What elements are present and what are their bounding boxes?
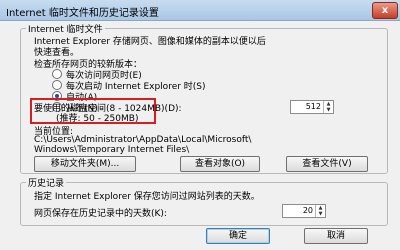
window-title: Internet 临时文件和历史记录设置 xyxy=(6,8,159,19)
radio-every-start-control[interactable] xyxy=(52,80,62,90)
spin-down-icon[interactable]: ▼ xyxy=(316,211,325,217)
view-files-button[interactable]: 查看文件(V) xyxy=(286,156,368,172)
radio-every-start[interactable]: 每次启动 Internet Explorer 时(S) xyxy=(52,79,272,92)
radio-every-visit-control[interactable] xyxy=(52,69,62,79)
current-location-line1: C:\Users\Administrator\AppData\Local\Mic… xyxy=(34,135,252,145)
history-days-spin-arrows[interactable]: ▲ ▼ xyxy=(315,205,325,217)
history-days-spinner[interactable]: 20 ▲ ▼ xyxy=(282,204,326,218)
ok-button-label: 确定 xyxy=(228,231,247,241)
spin-down-icon[interactable]: ▼ xyxy=(324,107,333,113)
view-objects-button-label: 查看对象(O) xyxy=(194,159,246,169)
cancel-button[interactable]: 取消 xyxy=(304,228,368,244)
close-icon: x xyxy=(381,5,389,16)
title-bar: Internet 临时文件和历史记录设置 x xyxy=(0,0,400,21)
ok-button[interactable]: 确定 xyxy=(206,228,270,244)
disk-space-spin-arrows[interactable]: ▲ ▼ xyxy=(323,101,333,113)
current-location-line2: Windows\Temporary Internet Files\ xyxy=(34,145,190,155)
disk-space-value: 512 xyxy=(305,102,321,111)
view-objects-button[interactable]: 查看对象(O) xyxy=(180,156,260,172)
disk-space-spinner[interactable]: 512 ▲ ▼ xyxy=(290,100,334,114)
history-days-value: 20 xyxy=(302,206,313,215)
cancel-button-label: 取消 xyxy=(326,231,345,241)
move-folder-button-label: 移动文件夹(M)... xyxy=(50,159,120,169)
history-group-title: 历史记录 xyxy=(26,176,67,189)
close-button[interactable]: x xyxy=(372,2,398,19)
move-folder-button[interactable]: 移动文件夹(M)... xyxy=(34,156,136,172)
history-description: 指定 Internet Explorer 保存您访问过网站列表的天数。 xyxy=(34,192,260,202)
view-files-button-label: 查看文件(V) xyxy=(302,159,352,169)
radio-every-visit[interactable]: 每次访问网页时(E) xyxy=(52,68,252,81)
history-days-label: 网页保存在历史记录中的天数(K): xyxy=(34,209,167,219)
recommended-range: (推荐: 50 - 250MB) xyxy=(56,114,139,124)
